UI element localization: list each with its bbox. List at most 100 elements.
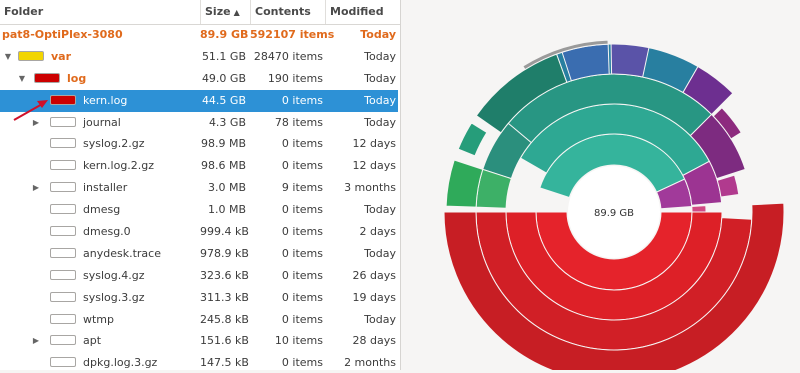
- tree-row[interactable]: pat8-OptiPlex-3080 89.9 GB 592107 items Tod…: [0, 24, 398, 46]
- color-swatch-icon: [50, 182, 76, 193]
- color-swatch-icon: [50, 116, 76, 127]
- tree-row-modified: Today: [364, 71, 396, 85]
- tree-row-modified: 12 days: [352, 137, 396, 151]
- column-header-folder[interactable]: Folder: [0, 0, 200, 24]
- column-header-size[interactable]: Size ▲: [200, 0, 250, 24]
- ring-segment-pink-1[interactable]: [691, 205, 707, 213]
- column-header-contents[interactable]: Contents: [250, 0, 325, 24]
- tree-row-name: dmesg: [83, 203, 121, 217]
- tree-row-modified: Today: [364, 312, 396, 326]
- tree-row-size: 89.9 GB: [200, 28, 249, 41]
- tree-row-contents: 0 items: [281, 356, 323, 370]
- tree-row[interactable]: syslog.3.gz 311.3 kB 0 items 19 days: [0, 287, 398, 309]
- tree-row-contents: 78 items: [274, 115, 323, 129]
- tree-row[interactable]: ▶ journal 4.3 GB 78 items Today: [0, 112, 398, 134]
- tree-row-modified: Today: [364, 93, 396, 107]
- ring-segment-teal-6[interactable]: [457, 122, 488, 157]
- tree-row[interactable]: dmesg 1.0 MB 0 items Today: [0, 199, 398, 221]
- tree-row-name: apt: [83, 334, 102, 348]
- tree-row[interactable]: wtmp 245.8 kB 0 items Today: [0, 309, 398, 331]
- color-swatch-icon: [50, 313, 76, 324]
- tree-row-modified: 2 months: [344, 356, 396, 370]
- tree-row-modified: 26 days: [352, 268, 396, 282]
- tree-row[interactable]: kern.log 44.5 GB 0 items Today: [0, 89, 398, 112]
- tree-row[interactable]: kern.log.2.gz 98.6 MB 0 items 12 days: [0, 155, 398, 177]
- tree-row-size: 44.5 GB: [201, 93, 246, 107]
- tree-row-size: 98.6 MB: [200, 159, 246, 173]
- tree-row-contents: 0 items: [281, 203, 323, 217]
- tree-row[interactable]: ▶ installer 3.0 MB 9 items 3 months: [0, 177, 398, 199]
- tree-row-modified: 2 days: [359, 225, 396, 239]
- tree-row-contents: 0 items: [281, 268, 323, 282]
- column-header-folder-label: Folder: [4, 5, 44, 18]
- tree-row[interactable]: anydesk.trace 978.9 kB 0 items Today: [0, 243, 398, 265]
- tree-row-modified: 3 months: [344, 181, 396, 195]
- tree-row-size: 3.0 MB: [207, 181, 246, 195]
- tree-row-name: journal: [83, 115, 121, 129]
- color-swatch-icon: [50, 204, 76, 215]
- tree-row-name: anydesk.trace: [83, 246, 161, 260]
- tree-row-size: 323.6 kB: [200, 268, 249, 282]
- tree-row-modified: 12 days: [352, 159, 396, 173]
- tree-row-modified: 19 days: [352, 290, 396, 304]
- color-swatch-icon: [50, 94, 76, 105]
- tree-row-modified: Today: [364, 115, 396, 129]
- color-swatch-icon: [50, 335, 76, 346]
- tree-row[interactable]: ▶ apt 151.6 kB 10 items 28 days: [0, 330, 398, 352]
- expander-closed-icon[interactable]: ▶: [30, 330, 42, 352]
- ring-chart[interactable]: 89.9 GB: [402, 0, 800, 373]
- tree-row-name: syslog.4.gz: [83, 268, 145, 282]
- ring-segment-magenta-3[interactable]: [716, 174, 740, 198]
- tree-row-contents: 0 items: [281, 159, 323, 173]
- tree-row-name: pat8-OptiPlex-3080: [2, 28, 123, 41]
- tree-row-contents: 592107 items: [250, 28, 335, 41]
- tree-rows: pat8-OptiPlex-3080 89.9 GB 592107 items Tod…: [0, 24, 398, 370]
- color-swatch-icon: [50, 247, 76, 258]
- column-header-size-label: Size: [205, 5, 231, 18]
- tree-row-size: 1.0 MB: [207, 203, 246, 217]
- tree-row[interactable]: ▼ log 49.0 GB 190 items Today: [0, 68, 398, 90]
- tree-row-contents: 0 items: [281, 93, 323, 107]
- tree-row-name: syslog.2.gz: [83, 137, 145, 151]
- color-swatch-icon: [50, 269, 76, 280]
- tree-row-contents: 28470 items: [253, 49, 323, 63]
- tree-row-contents: 0 items: [281, 312, 323, 326]
- tree-row-name: installer: [83, 181, 128, 195]
- tree-row-contents: 0 items: [281, 246, 323, 260]
- tree-row-name: kern.log: [83, 93, 128, 107]
- tree-row-name: dmesg.0: [83, 225, 131, 239]
- folder-tree-panel: Folder Size ▲ Contents Modified pat8-Opti…: [0, 0, 401, 370]
- ring-segment-purple-1[interactable]: [610, 43, 650, 78]
- tree-row-size: 147.5 kB: [200, 356, 249, 370]
- column-header-modified[interactable]: Modified: [325, 0, 400, 24]
- tree-row[interactable]: ▼ var 51.1 GB 28470 items Today: [0, 46, 398, 68]
- tree-row[interactable]: dmesg.0 999.4 kB 0 items 2 days: [0, 221, 398, 243]
- tree-row-contents: 0 items: [281, 225, 323, 239]
- color-swatch-icon: [18, 50, 44, 61]
- tree-row-contents: 0 items: [281, 137, 323, 151]
- color-swatch-icon: [34, 72, 60, 83]
- tree-row-size: 999.4 kB: [200, 225, 249, 239]
- ring-chart-svg[interactable]: 89.9 GB: [402, 0, 800, 373]
- tree-row-modified: Today: [364, 246, 396, 260]
- tree-row-size: 311.3 kB: [200, 290, 249, 304]
- tree-row-contents: 9 items: [281, 181, 323, 195]
- tree-row-modified: Today: [364, 49, 396, 63]
- tree-row-size: 49.0 GB: [201, 71, 246, 85]
- expander-open-icon[interactable]: ▼: [2, 46, 14, 68]
- tree-row[interactable]: syslog.2.gz 98.9 MB 0 items 12 days: [0, 133, 398, 155]
- sort-ascending-icon: ▲: [233, 8, 240, 17]
- tree-row-name: log: [67, 71, 87, 85]
- tree-row[interactable]: syslog.4.gz 323.6 kB 0 items 26 days: [0, 265, 398, 287]
- tree-row-size: 98.9 MB: [200, 137, 246, 151]
- expander-open-icon[interactable]: ▼: [16, 68, 28, 90]
- color-swatch-icon: [50, 357, 76, 368]
- column-header-contents-label: Contents: [255, 5, 311, 18]
- expander-closed-icon[interactable]: ▶: [30, 112, 42, 134]
- tree-row-name: syslog.3.gz: [83, 290, 145, 304]
- tree-header: Folder Size ▲ Contents Modified: [0, 0, 400, 25]
- column-header-modified-label: Modified: [330, 5, 384, 18]
- tree-row[interactable]: dpkg.log.3.gz 147.5 kB 0 items 2 months: [0, 352, 398, 370]
- expander-closed-icon[interactable]: ▶: [30, 177, 42, 199]
- tree-row-contents: 190 items: [267, 71, 323, 85]
